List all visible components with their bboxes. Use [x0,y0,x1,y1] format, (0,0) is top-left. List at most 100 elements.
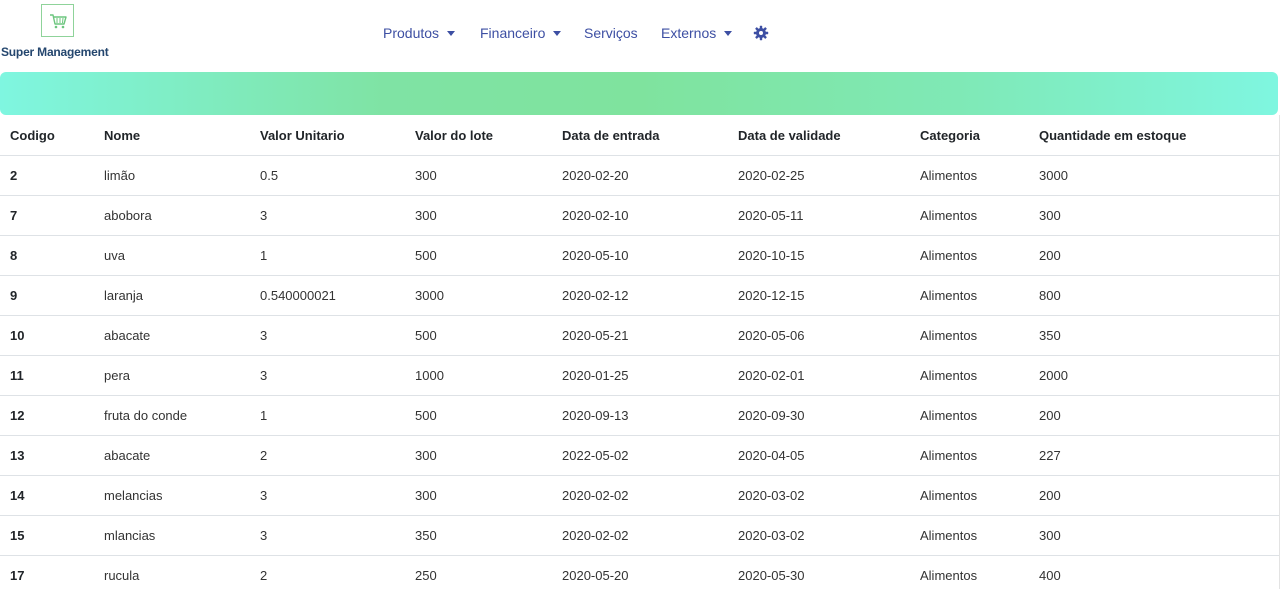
cell-data-validade: 2020-02-25 [738,155,920,196]
cell-codigo: 10 [0,315,104,356]
caret-down-icon [724,31,733,36]
cell-nome: mlancias [104,515,260,556]
cell-data-entrada: 2020-02-02 [562,515,738,556]
cell-valor-unitario: 3 [260,315,415,356]
cell-codigo: 2 [0,155,104,196]
nav-financeiro-dropdown[interactable]: Financeiro [480,25,562,41]
cell-nome: uva [104,235,260,276]
cell-data-validade: 2020-04-05 [738,435,920,476]
nav-financeiro-label: Financeiro [480,25,546,41]
nav-servicos-link[interactable]: Serviços [584,25,638,41]
cell-valor-lote: 300 [415,435,562,476]
cell-codigo: 8 [0,235,104,276]
navbar: Super Management Produtos Financeiro Ser… [0,0,1280,72]
logo[interactable] [41,4,74,37]
column-header-nome: Nome [104,115,260,156]
cell-data-entrada: 2020-02-12 [562,275,738,316]
cell-categoria: Alimentos [920,435,1039,476]
table-row: 7 abobora 3 300 2020-02-10 2020-05-11 Alimento… [0,195,1279,236]
cell-categoria: Alimentos [920,475,1039,516]
cell-quantidade: 3000 [1039,155,1279,196]
header-banner [0,72,1278,115]
cell-valor-lote: 1000 [415,355,562,396]
cell-valor-unitario: 1 [260,395,415,436]
caret-down-icon [447,31,456,36]
nav-produtos-dropdown[interactable]: Produtos [383,25,456,41]
cell-valor-lote: 300 [415,475,562,516]
cell-valor-unitario: 0.540000021 [260,275,415,316]
products-table-container: Codigo Nome Valor Unitario Valor do lote… [0,115,1280,589]
cell-codigo: 15 [0,515,104,556]
cell-quantidade: 800 [1039,275,1279,316]
caret-down-icon [553,31,562,36]
cell-categoria: Alimentos [920,275,1039,316]
gear-icon[interactable] [753,25,769,41]
nav-produtos-label: Produtos [383,25,440,41]
nav-externos-label: Externos [661,25,717,41]
cell-nome: abobora [104,195,260,236]
cell-quantidade: 200 [1039,395,1279,436]
cell-data-entrada: 2020-01-25 [562,355,738,396]
cell-quantidade: 300 [1039,195,1279,236]
cell-data-entrada: 2020-02-20 [562,155,738,196]
shopping-cart-icon [49,13,67,28]
cell-codigo: 12 [0,395,104,436]
cell-data-entrada: 2022-05-02 [562,435,738,476]
column-header-data-entrada: Data de entrada [562,115,738,156]
table-row: 13 abacate 2 300 2022-05-02 2020-04-05 Aliment… [0,435,1279,476]
cell-data-entrada: 2020-09-13 [562,395,738,436]
column-header-data-validade: Data de validade [738,115,920,156]
cell-data-entrada: 2020-02-10 [562,195,738,236]
cell-valor-unitario: 0.5 [260,155,415,196]
products-table: Codigo Nome Valor Unitario Valor do lote… [0,115,1279,589]
table-row: 17 rucula 2 250 2020-05-20 2020-05-30 Alimento… [0,555,1279,589]
cell-quantidade: 2000 [1039,355,1279,396]
table-row: 11 pera 3 1000 2020-01-25 2020-02-01 Alimentos… [0,355,1279,396]
cell-codigo: 11 [0,355,104,396]
table-row: 10 abacate 3 500 2020-05-21 2020-05-06 Aliment… [0,315,1279,356]
cell-valor-lote: 3000 [415,275,562,316]
cell-valor-unitario: 1 [260,235,415,276]
table-row: 14 melancias 3 300 2020-02-02 2020-03-02 Alime… [0,475,1279,516]
cell-codigo: 9 [0,275,104,316]
cell-categoria: Alimentos [920,155,1039,196]
cell-data-validade: 2020-03-02 [738,515,920,556]
column-header-quantidade: Quantidade em estoque [1039,115,1279,156]
cell-data-entrada: 2020-05-20 [562,555,738,589]
cell-data-validade: 2020-10-15 [738,235,920,276]
cell-quantidade: 200 [1039,235,1279,276]
cell-quantidade: 400 [1039,555,1279,589]
nav-externos-dropdown[interactable]: Externos [661,25,733,41]
cell-valor-unitario: 2 [260,435,415,476]
table-row: 9 laranja 0.540000021 3000 2020-02-12 2020-12… [0,275,1279,316]
cell-data-entrada: 2020-05-10 [562,235,738,276]
cell-valor-unitario: 3 [260,515,415,556]
table-body: 2 limão 0.5 300 2020-02-20 2020-02-25 Alimento… [0,155,1279,589]
column-header-valor-lote: Valor do lote [415,115,562,156]
cell-data-validade: 2020-12-15 [738,275,920,316]
cell-nome: abacate [104,435,260,476]
nav-servicos-label: Serviços [584,25,638,41]
cell-data-entrada: 2020-05-21 [562,315,738,356]
cell-nome: abacate [104,315,260,356]
cell-categoria: Alimentos [920,355,1039,396]
cell-data-validade: 2020-03-02 [738,475,920,516]
cell-valor-unitario: 3 [260,195,415,236]
cell-valor-lote: 500 [415,235,562,276]
cell-nome: melancias [104,475,260,516]
brand-name: Super Management [1,45,109,59]
cell-data-validade: 2020-09-30 [738,395,920,436]
column-header-valor-unitario: Valor Unitario [260,115,415,156]
cell-nome: laranja [104,275,260,316]
cell-data-entrada: 2020-02-02 [562,475,738,516]
cell-categoria: Alimentos [920,515,1039,556]
table-row: 8 uva 1 500 2020-05-10 2020-10-15 Alimentos 200 [0,235,1279,276]
cell-categoria: Alimentos [920,235,1039,276]
table-header-row: Codigo Nome Valor Unitario Valor do lote… [0,115,1279,156]
cell-quantidade: 350 [1039,315,1279,356]
cell-categoria: Alimentos [920,395,1039,436]
table-row: 2 limão 0.5 300 2020-02-20 2020-02-25 Alimento… [0,155,1279,196]
cell-codigo: 13 [0,435,104,476]
brand[interactable]: Super Management [0,4,120,64]
cell-valor-unitario: 3 [260,475,415,516]
